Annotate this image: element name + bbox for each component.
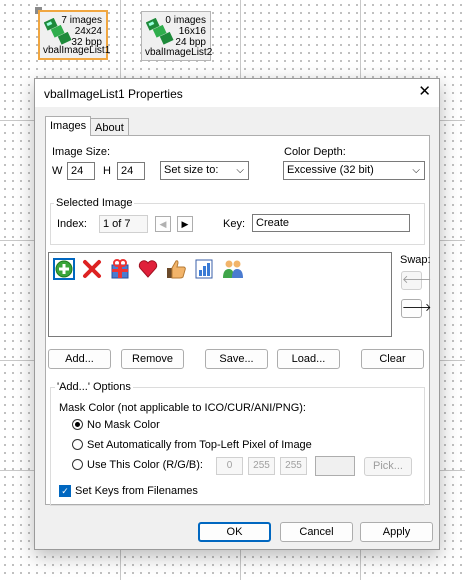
set-size-combo[interactable]: Set size to: ⌵: [160, 161, 249, 180]
image-list-component-1[interactable]: 7 images 24x24 32 bpp vbalImageList1: [38, 10, 111, 60]
custom-color-radio[interactable]: [72, 459, 83, 470]
selected-image-title: Selected Image: [54, 197, 135, 209]
color-depth-label: Color Depth:: [284, 146, 346, 158]
load-button[interactable]: Load...: [277, 349, 340, 369]
image-item-add[interactable]: [53, 258, 75, 280]
chevron-down-icon: ⌵: [412, 165, 420, 176]
image-count-label: 7 images: [61, 15, 102, 26]
previous-image-button[interactable]: ◀: [155, 216, 171, 232]
swap-label: Swap:: [400, 254, 431, 266]
image-item-delete[interactable]: [81, 258, 103, 280]
report-icon: [195, 259, 213, 279]
title-bar: vbalImageList1 Properties ✕: [35, 79, 439, 107]
tab-images[interactable]: Images: [45, 116, 92, 136]
index-label: Index:: [57, 218, 87, 230]
image-item-report[interactable]: [193, 258, 215, 280]
image-count-label: 0 images: [165, 15, 206, 26]
clear-button[interactable]: Clear: [361, 349, 424, 369]
height-input[interactable]: 24: [117, 162, 145, 180]
color-depth-value: Excessive (32 bit): [287, 164, 374, 176]
dialog-title: vbalImageList1 Properties: [44, 87, 183, 101]
delete-icon: [83, 260, 101, 278]
set-keys-checkbox[interactable]: ✓: [59, 485, 71, 497]
red-input[interactable]: 0: [216, 457, 243, 475]
users-icon: [223, 260, 243, 278]
swap-right-button[interactable]: 🡒: [401, 299, 432, 318]
add-icon: [55, 260, 73, 278]
tab-about[interactable]: About: [90, 118, 129, 136]
component-name: vbalImageList2: [145, 47, 213, 58]
color-swatch: [315, 456, 355, 476]
image-size-label: Image Size:: [52, 146, 111, 158]
height-label: H: [103, 165, 111, 177]
index-value: 1 of 7: [99, 215, 148, 233]
auto-mask-label: Set Automatically from Top-Left Pixel of…: [87, 439, 312, 451]
image-item-heart[interactable]: [137, 258, 159, 280]
width-input[interactable]: 24: [67, 162, 95, 180]
save-button[interactable]: Save...: [205, 349, 268, 369]
set-keys-label: Set Keys from Filenames: [75, 485, 198, 497]
close-icon[interactable]: ✕: [418, 83, 431, 101]
image-item-gift[interactable]: [109, 258, 131, 280]
apply-button[interactable]: Apply: [360, 522, 433, 542]
image-list[interactable]: [48, 252, 392, 337]
gift-icon: [111, 259, 129, 279]
component-name: vbalImageList1: [43, 45, 111, 56]
no-mask-label: No Mask Color: [87, 419, 160, 431]
auto-mask-radio[interactable]: [72, 439, 83, 450]
cancel-button[interactable]: Cancel: [280, 522, 353, 542]
add-options-title: 'Add...' Options: [55, 381, 133, 393]
swap-left-button[interactable]: 🡐: [401, 271, 432, 290]
color-depth-combo[interactable]: Excessive (32 bit) ⌵: [283, 161, 425, 180]
chevron-down-icon: ⌵: [236, 165, 244, 176]
key-input[interactable]: Create: [252, 214, 410, 232]
remove-button[interactable]: Remove: [121, 349, 184, 369]
image-item-thumbs-up[interactable]: [165, 258, 187, 280]
thumbs-up-icon: [167, 260, 186, 279]
custom-color-label: Use This Color (R/G/B):: [87, 459, 203, 471]
key-label: Key:: [223, 218, 246, 230]
image-size-label: 24x24: [74, 26, 102, 37]
set-size-value: Set size to:: [164, 164, 219, 176]
heart-icon: [138, 260, 158, 278]
no-mask-radio[interactable]: [72, 419, 83, 430]
width-label: W: [52, 165, 63, 177]
ok-button[interactable]: OK: [198, 522, 271, 542]
add-button[interactable]: Add...: [48, 349, 111, 369]
blue-input[interactable]: 255: [280, 457, 307, 475]
pick-color-button[interactable]: Pick...: [364, 457, 412, 476]
mask-color-label: Mask Color (not applicable to ICO/CUR/AN…: [59, 402, 306, 414]
next-image-button[interactable]: ▶: [177, 216, 193, 232]
image-item-users[interactable]: [221, 258, 243, 280]
image-list-component-2[interactable]: 0 images 16x16 24 bpp vbalImageList2: [141, 11, 213, 61]
green-input[interactable]: 255: [248, 457, 275, 475]
image-size-label: 16x16: [178, 26, 206, 37]
